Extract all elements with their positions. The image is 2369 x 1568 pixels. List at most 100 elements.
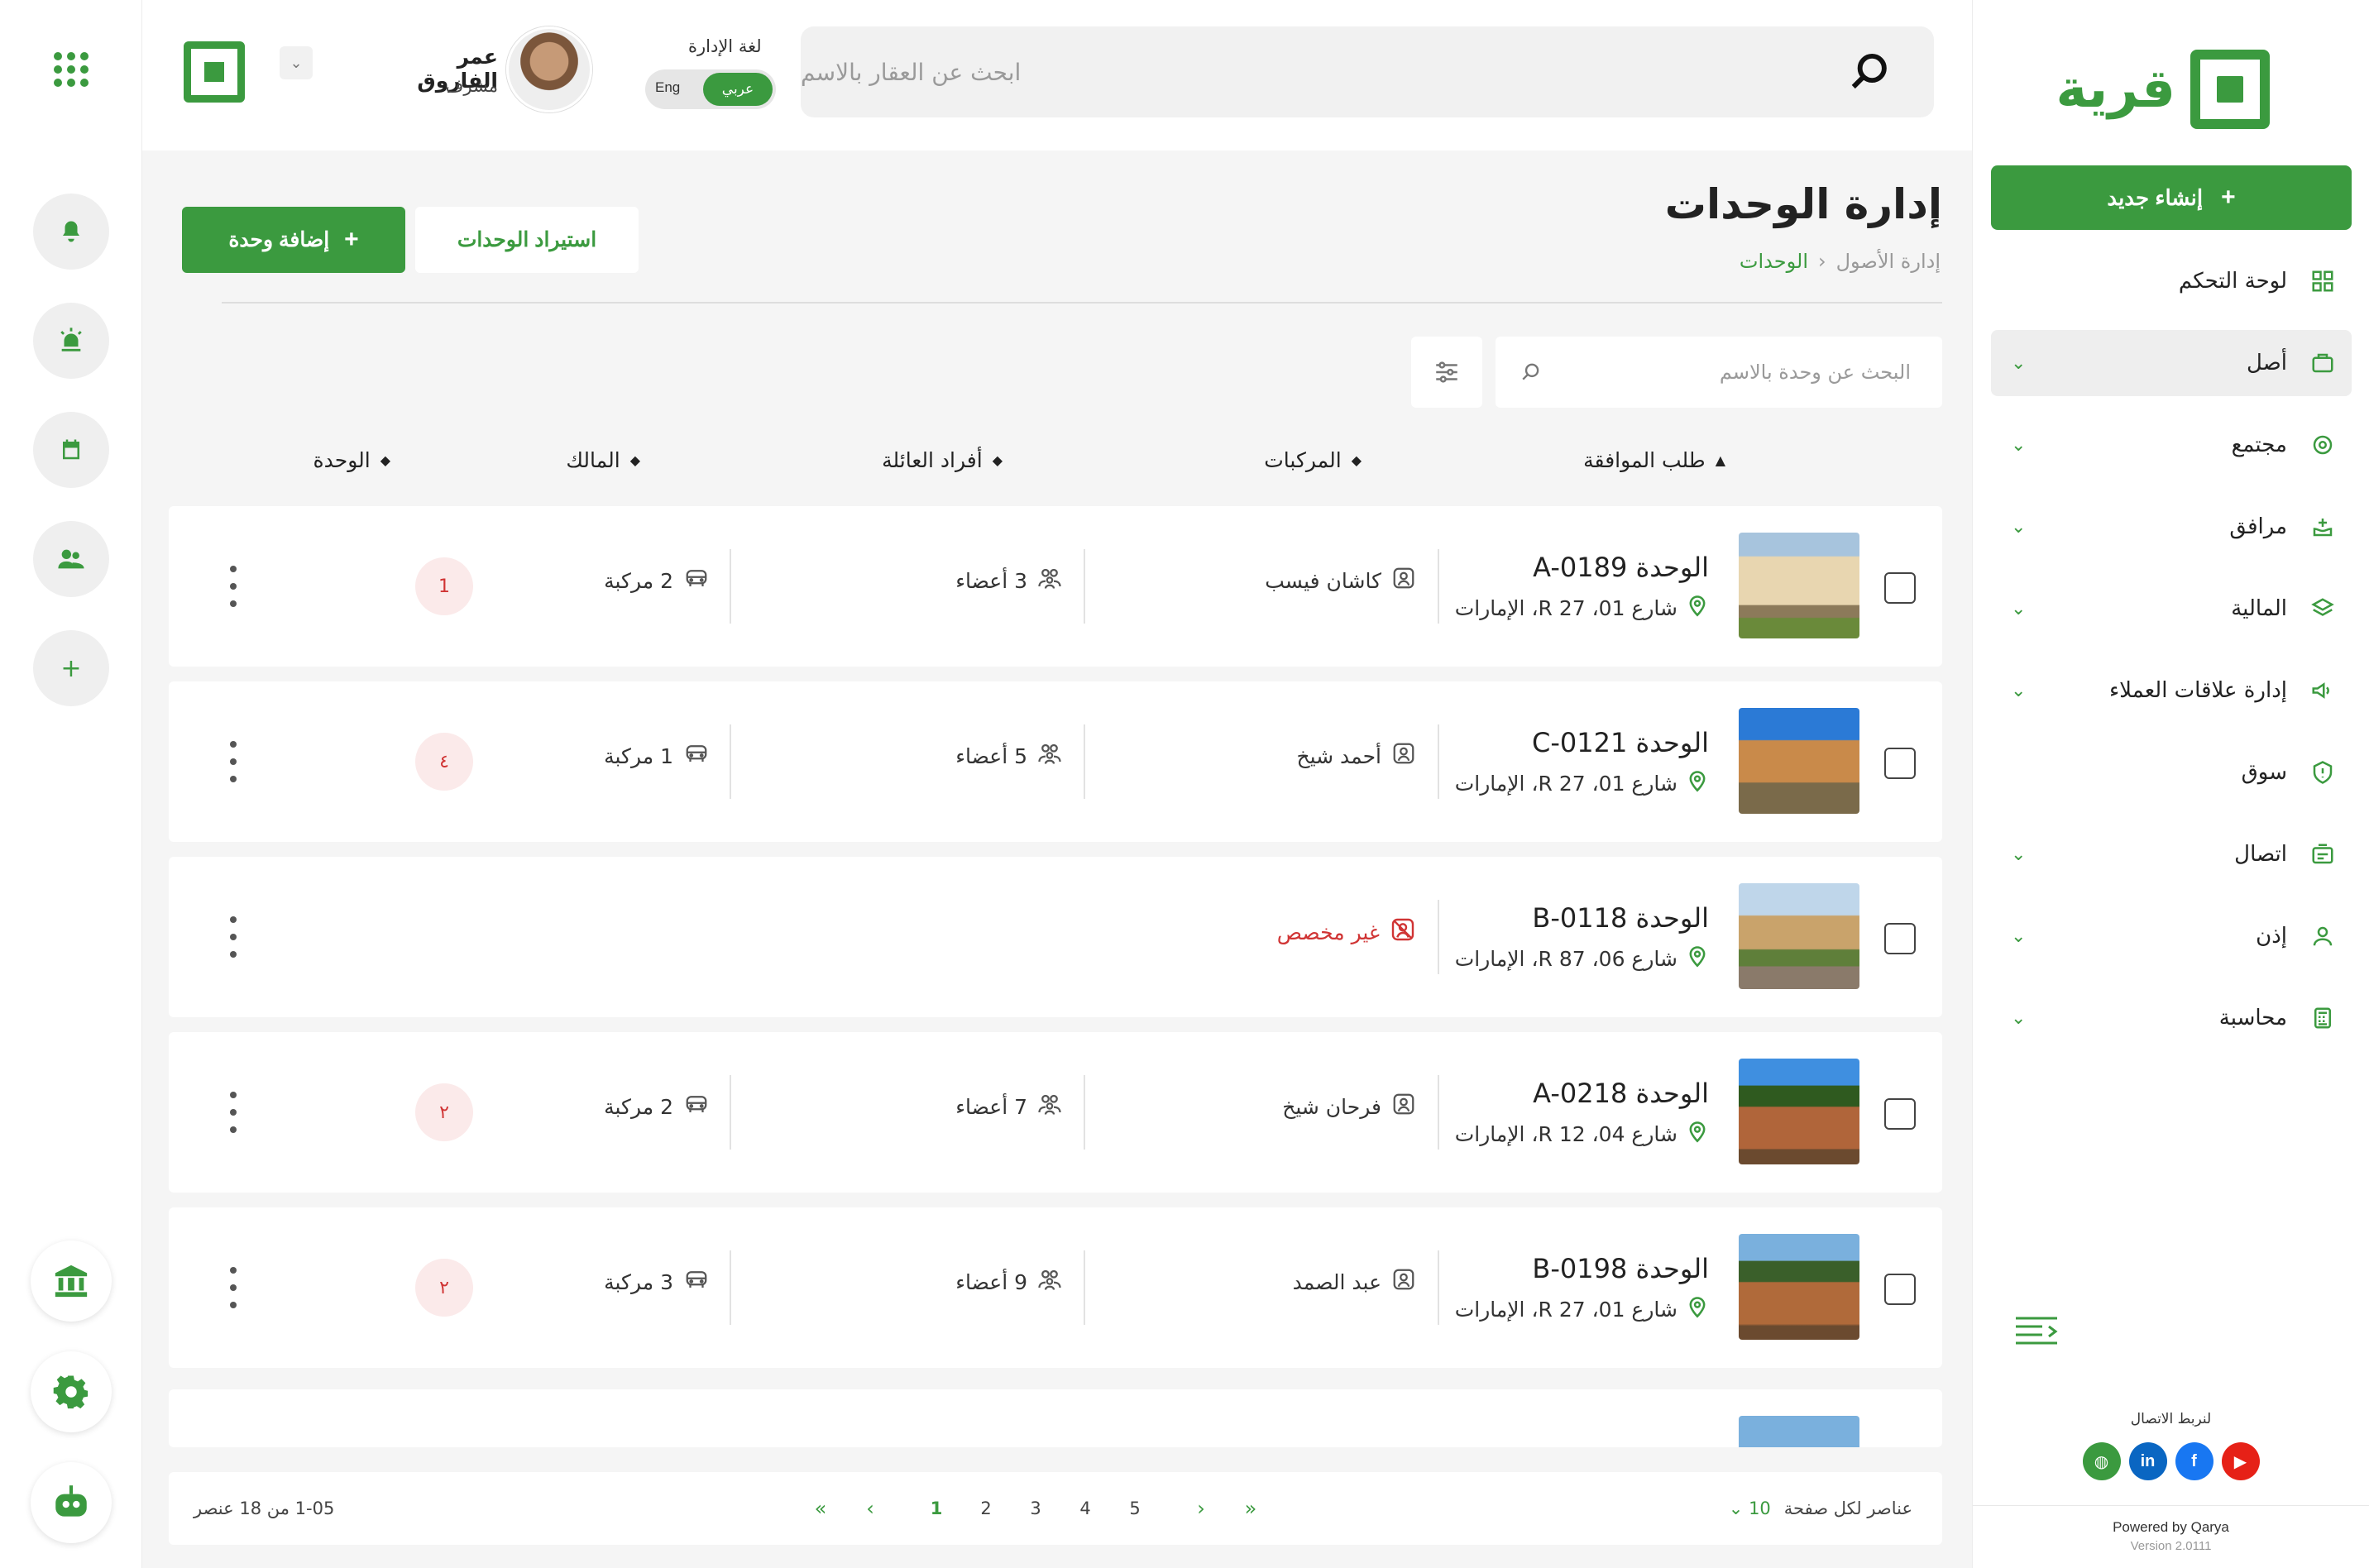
chevron-down-icon[interactable]: ⌄ bbox=[2011, 844, 2026, 865]
chevron-down-icon[interactable]: ⌄ bbox=[2011, 517, 2026, 538]
create-new-button[interactable]: + إنشاء جديد bbox=[1991, 165, 2352, 230]
sidebar-item-facilities[interactable]: مرافق ⌄ bbox=[1991, 494, 2352, 560]
row-checkbox[interactable] bbox=[1884, 1098, 1916, 1130]
website-icon[interactable]: ◍ bbox=[2082, 1442, 2121, 1480]
more-options-icon[interactable] bbox=[223, 916, 243, 958]
language-toggle[interactable]: Eng عربي bbox=[645, 69, 776, 109]
property-logo-icon[interactable] bbox=[184, 41, 245, 103]
chevron-down-icon[interactable]: ⌄ bbox=[2011, 681, 2026, 701]
sidebar-item-communication[interactable]: اتصال ⌄ bbox=[1991, 821, 2352, 887]
sidebar-item-asset[interactable]: أصل ⌄ bbox=[1991, 330, 2352, 396]
table-row[interactable]: الوحدة B-0198 شارع 01، R 27، الإمارات عبد … bbox=[169, 1207, 1942, 1368]
owner-name: أحمد شيخ bbox=[1296, 743, 1381, 768]
table-row[interactable]: الوحدة A-0189 شارع 01، R 27، الإمارات كاشا… bbox=[169, 506, 1942, 667]
unit-name[interactable]: الوحدة B-0198 bbox=[1532, 1253, 1709, 1284]
sliders-icon bbox=[1436, 361, 1457, 383]
sidebar-item-market[interactable]: سوق bbox=[1991, 739, 2352, 806]
owner-name: فرحان شيخ bbox=[1282, 1094, 1381, 1119]
page-link[interactable]: 3 bbox=[1011, 1499, 1060, 1518]
settings-button[interactable] bbox=[31, 1351, 112, 1432]
sidebar-item-label: إذن bbox=[2256, 924, 2287, 949]
column-header-family[interactable]: ◆ أفراد العائلة bbox=[882, 448, 1003, 472]
divider bbox=[1084, 724, 1085, 799]
property-search-input[interactable]: ابحث عن العقار بالاسم bbox=[801, 26, 1934, 117]
prev-page-icon[interactable]: ‹ bbox=[845, 1497, 895, 1520]
row-checkbox[interactable] bbox=[1884, 923, 1916, 954]
approval-requests-badge[interactable]: ٤ bbox=[415, 733, 473, 791]
facebook-icon[interactable]: f bbox=[2175, 1442, 2213, 1480]
page-link[interactable]: 1 bbox=[912, 1499, 961, 1518]
groups-button[interactable] bbox=[33, 521, 109, 597]
lang-ar-option[interactable]: عربي bbox=[703, 73, 773, 106]
social-links: ◍ in f ▶ bbox=[1973, 1442, 2369, 1480]
breadcrumb-parent[interactable]: إدارة الأصول bbox=[1836, 250, 1941, 273]
table-row[interactable]: الوحدة B-0118 شارع 06، R 87، الإمارات غير … bbox=[169, 857, 1942, 1017]
chevron-down-icon[interactable]: ⌄ bbox=[2011, 926, 2026, 947]
unit-name[interactable]: الوحدة B-0118 bbox=[1532, 902, 1709, 934]
vehicles-cell: 1 مركبة bbox=[604, 741, 710, 771]
table-row[interactable] bbox=[169, 1389, 1942, 1447]
add-unit-button[interactable]: + إضافة وحدة bbox=[182, 207, 405, 273]
last-page-icon[interactable]: » bbox=[1226, 1497, 1275, 1520]
calendar-button[interactable] bbox=[33, 412, 109, 488]
sidebar-item-finance[interactable]: المالية ⌄ bbox=[1991, 576, 2352, 642]
column-header-owner[interactable]: ◆ المالك bbox=[566, 448, 640, 472]
table-row[interactable]: الوحدة C-0121 شارع 01، R 27، الإمارات أحمد… bbox=[169, 681, 1942, 842]
row-checkbox[interactable] bbox=[1884, 748, 1916, 779]
sidebar-item-permission[interactable]: إذن ⌄ bbox=[1991, 903, 2352, 969]
more-options-icon[interactable] bbox=[223, 741, 243, 782]
table-row[interactable]: الوحدة A-0218 شارع 04، R 12، الإمارات فرحا… bbox=[169, 1032, 1942, 1193]
apps-grid-icon[interactable] bbox=[51, 50, 91, 93]
more-options-icon[interactable] bbox=[223, 1092, 243, 1133]
finance-icon bbox=[2309, 595, 2337, 623]
chevron-down-icon[interactable]: ⌄ bbox=[280, 46, 313, 79]
page-link[interactable]: 2 bbox=[961, 1499, 1011, 1518]
per-page-select[interactable]: 10 ⌄ bbox=[1729, 1499, 1771, 1518]
youtube-icon[interactable]: ▶ bbox=[2221, 1442, 2260, 1480]
gear-icon bbox=[53, 1375, 89, 1409]
more-options-icon[interactable] bbox=[223, 1267, 243, 1308]
row-checkbox[interactable] bbox=[1884, 1274, 1916, 1305]
page-link[interactable]: 4 bbox=[1060, 1499, 1110, 1518]
unit-search-input[interactable]: البحث عن وحدة بالاسم bbox=[1496, 337, 1942, 408]
more-options-icon[interactable] bbox=[223, 566, 243, 607]
page-link[interactable]: 5 bbox=[1110, 1499, 1160, 1518]
search-icon[interactable] bbox=[1848, 50, 1893, 100]
unit-name[interactable]: الوحدة A-0218 bbox=[1533, 1078, 1709, 1109]
linkedin-icon[interactable]: in bbox=[2128, 1442, 2167, 1480]
import-units-button[interactable]: استيراد الوحدات bbox=[415, 207, 639, 273]
chevron-down-icon[interactable]: ⌄ bbox=[2011, 353, 2026, 374]
sidebar-item-accounting[interactable]: محاسبة ⌄ bbox=[1991, 985, 2352, 1051]
lang-en-option[interactable]: Eng bbox=[655, 79, 680, 96]
alerts-button[interactable] bbox=[33, 303, 109, 379]
column-header-vehicles[interactable]: ◆ المركبات bbox=[1264, 448, 1362, 472]
avatar[interactable] bbox=[506, 26, 592, 112]
approval-requests-badge[interactable]: ٢ bbox=[415, 1083, 473, 1141]
first-page-icon[interactable]: « bbox=[796, 1497, 845, 1520]
add-shortcut-button[interactable]: + bbox=[33, 630, 109, 706]
brand-logo[interactable]: قرية bbox=[2056, 50, 2270, 129]
people-icon bbox=[58, 549, 84, 569]
notifications-button[interactable] bbox=[33, 194, 109, 270]
chevron-down-icon[interactable]: ⌄ bbox=[2011, 435, 2026, 456]
assistant-button[interactable] bbox=[31, 1462, 112, 1543]
column-header-unit[interactable]: ◆ الوحدة bbox=[313, 448, 390, 472]
approval-requests-badge[interactable]: ٢ bbox=[415, 1259, 473, 1317]
next-page-icon[interactable]: › bbox=[1176, 1497, 1226, 1520]
filter-button[interactable] bbox=[1411, 337, 1482, 408]
chevron-down-icon[interactable]: ⌄ bbox=[2011, 599, 2026, 619]
chevron-down-icon[interactable]: ⌄ bbox=[2011, 1008, 2026, 1029]
sidebar-item-dashboard[interactable]: لوحة التحكم bbox=[1991, 248, 2352, 314]
bank-button[interactable] bbox=[31, 1241, 112, 1322]
unit-name[interactable]: الوحدة A-0189 bbox=[1533, 552, 1709, 583]
per-page-selector: عناصر لكل صفحة 10 ⌄ bbox=[1729, 1499, 1912, 1518]
divider bbox=[1438, 549, 1439, 624]
approval-requests-badge[interactable]: 1 bbox=[415, 557, 473, 615]
sidebar-item-label: إدارة علاقات العملاء bbox=[2108, 678, 2287, 703]
sidebar-item-crm[interactable]: إدارة علاقات العملاء ⌄ bbox=[1991, 657, 2352, 724]
row-checkbox[interactable] bbox=[1884, 572, 1916, 604]
collapse-sidebar-icon[interactable] bbox=[2014, 1315, 2059, 1351]
column-header-approval[interactable]: ▲ طلب الموافقة bbox=[1583, 448, 1725, 472]
sidebar-item-community[interactable]: مجتمع ⌄ bbox=[1991, 412, 2352, 478]
unit-name[interactable]: الوحدة C-0121 bbox=[1532, 727, 1709, 758]
